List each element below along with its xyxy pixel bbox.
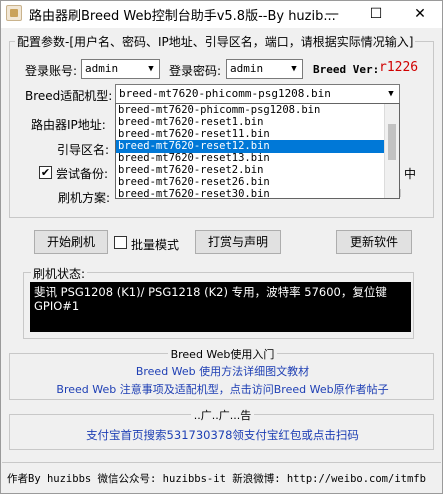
model-dropdown-list[interactable]: breed-mt7620-phicomm-psg1208.bin breed-m…: [115, 103, 400, 201]
flash-plan-label: 刷机方案:: [58, 191, 111, 205]
intro-link-2[interactable]: Breed Web 注意事项及适配机型，点击访问Breed Web原作者帖子: [56, 383, 388, 396]
chevron-down-icon[interactable]: ▼: [143, 60, 159, 78]
scrollbar-thumb[interactable]: [388, 124, 396, 160]
ad-link[interactable]: 支付宝首页搜索531730378领支付宝红包或点击扫码: [86, 428, 359, 442]
backup-label: 尝试备份:: [56, 167, 109, 181]
ad-group-label-wrap: ..广..广...告: [1, 407, 443, 423]
intro-link-2-wrap: Breed Web 注意事项及适配机型，点击访问Breed Web原作者帖子: [1, 381, 443, 397]
footer-text: 作者By huzibbs 微信公众号: huzibbs-it 新浪微博: htt…: [7, 473, 426, 485]
window-title: 路由器刷Breed Web控制台助手v5.8版--By huzib...: [29, 9, 336, 24]
model-value: breed-mt7620-phicomm-psg1208.bin: [119, 87, 331, 100]
batch-mode-checkbox[interactable]: [114, 236, 127, 249]
boot-label: 引导区名:: [57, 143, 110, 157]
status-console: 斐讯 PSG1208 (K1)/ PSG1218 (K2) 专用，波特率 576…: [30, 282, 411, 332]
chevron-down-icon[interactable]: ▼: [286, 60, 302, 78]
intro-group-label: Breed Web使用入门: [167, 348, 278, 361]
intro-link-1-wrap: Breed Web 使用方法详细图文教材: [1, 363, 443, 379]
batch-mode-label: 批量模式: [131, 238, 180, 252]
status-group-label: 刷机状态:: [31, 265, 88, 282]
password-value: admin: [230, 62, 264, 75]
router-ip-label: 路由器IP地址:: [31, 118, 106, 132]
close-button[interactable]: ✕: [398, 1, 442, 27]
backup-tail-text: 中: [404, 167, 417, 181]
intro-group-label-wrap: Breed Web使用入门: [1, 346, 443, 362]
update-button[interactable]: 更新软件: [336, 230, 412, 254]
status-line-1: 斐讯 PSG1208 (K1)/ PSG1218 (K2) 专用，波特率 576…: [34, 285, 387, 299]
password-label: 登录密码:: [169, 64, 222, 78]
username-combo[interactable]: admin ▼: [81, 59, 160, 79]
username-label: 登录账号:: [25, 64, 78, 78]
config-group-label: 配置参数-[用户名、密码、IP地址、引导区名，端口，请根据实际情况输入]: [15, 33, 416, 50]
status-line-2: GPIO#1: [34, 299, 80, 313]
donate-button[interactable]: 打赏与声明: [195, 230, 281, 254]
start-flash-button[interactable]: 开始刷机: [34, 230, 108, 254]
maximize-button[interactable]: ☐: [354, 1, 398, 27]
model-combo[interactable]: breed-mt7620-phicomm-psg1208.bin ▼: [115, 84, 400, 104]
backup-checkbox[interactable]: ✔: [39, 166, 52, 179]
password-combo[interactable]: admin ▼: [226, 59, 303, 79]
app-icon: [6, 5, 22, 21]
breed-ver-value: r1226: [379, 60, 419, 75]
main-window: 路由器刷Breed Web控制台助手v5.8版--By huzib... — ☐…: [0, 0, 443, 494]
model-label: Breed适配机型:: [25, 89, 113, 103]
ad-group-label: ..广..广...告: [190, 409, 255, 422]
dropdown-item[interactable]: breed-mt7620-reset30.bin: [116, 188, 399, 201]
minimize-button[interactable]: —: [310, 1, 354, 27]
title-bar[interactable]: 路由器刷Breed Web控制台助手v5.8版--By huzib... — ☐…: [1, 1, 442, 28]
ad-link-wrap: 支付宝首页搜索531730378领支付宝红包或点击扫码: [1, 427, 443, 443]
footer-bar: 作者By huzibbs 微信公众号: huzibbs-it 新浪微博: htt…: [2, 462, 441, 492]
dropdown-scrollbar[interactable]: [384, 104, 399, 198]
chevron-down-icon[interactable]: ▼: [383, 85, 399, 103]
breed-ver-label: Breed Ver:: [313, 63, 380, 76]
username-value: admin: [85, 62, 119, 75]
intro-link-1[interactable]: Breed Web 使用方法详细图文教材: [136, 365, 309, 378]
